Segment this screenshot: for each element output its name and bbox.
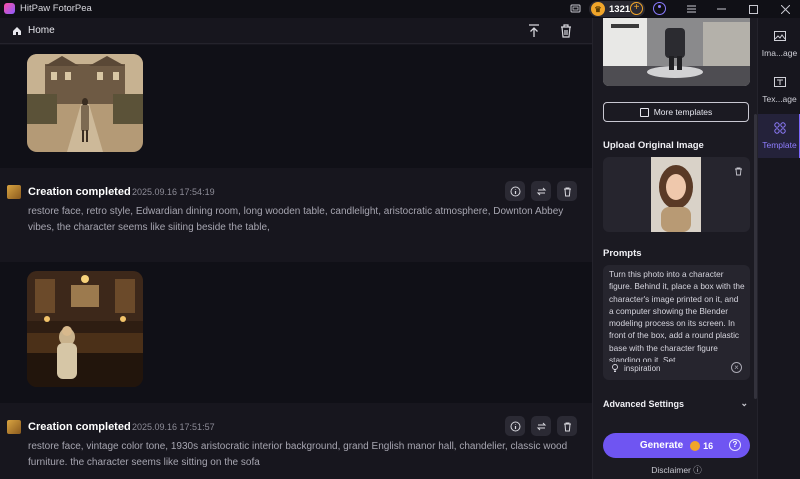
prompts-section-title: Prompts xyxy=(603,248,642,259)
info-icon: ⓘ xyxy=(693,465,702,475)
user-account-icon[interactable] xyxy=(653,2,666,15)
rail-item-label: Template xyxy=(762,140,797,150)
upload-image-card[interactable] xyxy=(603,157,750,232)
generate-button[interactable]: Generate 16 ? xyxy=(603,433,750,458)
help-icon[interactable]: ? xyxy=(729,439,741,451)
template-preview-image xyxy=(603,18,750,86)
entry-title: Creation completed xyxy=(28,421,131,433)
advanced-settings-label: Advanced Settings xyxy=(603,399,685,409)
menu-icon[interactable] xyxy=(684,0,698,18)
chevron-down-icon: ⌄ xyxy=(740,398,748,408)
entry-prompt: restore face, retro style, Edwardian din… xyxy=(28,206,564,233)
result-block xyxy=(0,45,592,168)
upload-section-title: Upload Original Image xyxy=(603,140,704,151)
info-icon xyxy=(510,186,520,196)
uploaded-photo xyxy=(651,157,701,232)
lightbulb-icon xyxy=(612,364,618,372)
rail-item-text-to-image[interactable]: Tex...age xyxy=(758,68,800,112)
clear-prompt-icon[interactable]: × xyxy=(731,362,742,373)
trash-icon xyxy=(563,422,571,431)
generate-label: Generate xyxy=(639,440,684,451)
rail-item-label: Tex...age xyxy=(762,94,797,104)
disclaimer-label: Disclaimer xyxy=(651,465,691,475)
template-settings-panel: More templates Upload Original Image Pro… xyxy=(592,18,757,479)
rail-item-label: Ima...age xyxy=(761,48,798,58)
home-label: Home xyxy=(28,25,55,36)
regenerate-button[interactable] xyxy=(531,181,551,201)
close-icon[interactable] xyxy=(778,0,792,18)
delete-button[interactable] xyxy=(557,416,577,436)
result-image[interactable] xyxy=(27,271,143,387)
entry-avatar-icon xyxy=(7,185,21,199)
entry-actions xyxy=(505,416,577,436)
history-panel: Home Creation completed 2025.09.16 17:54… xyxy=(0,18,592,479)
trash-icon xyxy=(563,187,571,196)
entry-title: Creation completed xyxy=(28,186,131,198)
title-bar: HitPaw FotorPea ♛ 1321 + xyxy=(0,0,800,18)
more-templates-button[interactable]: More templates xyxy=(603,102,749,122)
disclaimer-link[interactable]: Disclaimer ⓘ xyxy=(603,464,750,476)
app-title: HitPaw FotorPea xyxy=(20,3,92,14)
home-icon xyxy=(13,26,21,35)
template-icon xyxy=(639,107,649,117)
coin-icon: ♛ xyxy=(591,2,605,16)
minimize-icon[interactable] xyxy=(714,0,728,18)
template-grid-icon xyxy=(774,122,786,134)
entry-time: 2025.09.16 17:51:57 xyxy=(132,422,215,432)
result-image[interactable] xyxy=(27,54,143,152)
prompt-text: Turn this photo into a character figure.… xyxy=(609,269,745,362)
prompt-textarea[interactable]: Turn this photo into a character figure.… xyxy=(603,265,750,380)
info-button[interactable] xyxy=(505,181,525,201)
advanced-settings-toggle[interactable]: Advanced Settings ⌄ xyxy=(603,398,750,409)
screenshot-icon[interactable] xyxy=(568,0,582,18)
entry-actions xyxy=(505,181,577,201)
more-templates-label: More templates xyxy=(653,107,713,117)
info-button[interactable] xyxy=(505,416,525,436)
rail-item-template[interactable]: Template xyxy=(758,114,800,158)
coin-icon xyxy=(690,440,701,451)
rail-item-image-to-image[interactable]: Ima...age xyxy=(758,22,800,66)
credits-value: 1321 xyxy=(609,3,631,15)
remove-image-icon[interactable] xyxy=(734,163,743,181)
delete-all-icon[interactable] xyxy=(557,22,575,40)
refresh-icon xyxy=(536,187,546,195)
app-logo-icon xyxy=(4,3,15,14)
home-link[interactable]: Home xyxy=(12,25,55,36)
entry-prompt: restore face, vintage color tone, 1930s … xyxy=(28,441,568,468)
refresh-icon xyxy=(536,422,546,430)
entry-time: 2025.09.16 17:54:19 xyxy=(132,187,215,197)
add-credits-button[interactable]: + xyxy=(630,2,643,15)
tool-rail: Ima...age Tex...age Template xyxy=(757,18,800,479)
maximize-icon[interactable] xyxy=(746,0,760,18)
entry-avatar-icon xyxy=(7,420,21,434)
inspiration-label: inspiration xyxy=(624,363,661,373)
upload-icon[interactable] xyxy=(525,22,543,40)
regenerate-button[interactable] xyxy=(531,416,551,436)
history-topbar: Home xyxy=(0,18,592,44)
inspiration-button[interactable]: inspiration xyxy=(610,363,660,373)
text-image-icon xyxy=(774,77,786,87)
image-icon xyxy=(774,31,786,41)
generate-cost: 16 xyxy=(703,440,714,451)
info-icon xyxy=(510,421,520,431)
delete-button[interactable] xyxy=(557,181,577,201)
result-block xyxy=(0,262,592,403)
